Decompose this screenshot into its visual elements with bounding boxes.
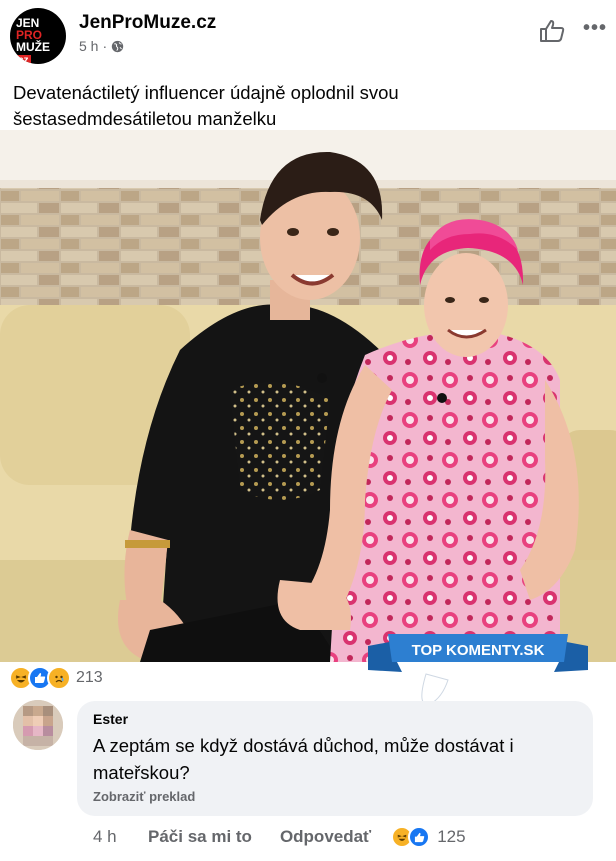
post-time[interactable]: 5 h xyxy=(79,38,98,54)
post-photo[interactable] xyxy=(0,130,616,662)
post-meta: 5 h · xyxy=(79,38,124,54)
like-icon xyxy=(408,826,431,848)
page-name[interactable]: JenProMuze.cz xyxy=(79,12,216,34)
reaction-summary[interactable]: 213 xyxy=(9,666,103,690)
page-avatar[interactable]: JEN PRO MUŽE cz xyxy=(10,8,66,64)
like-page-icon[interactable] xyxy=(539,19,565,43)
post-header: JEN PRO MUŽE cz JenProMuze.cz 5 h · ••• xyxy=(0,0,616,72)
comment-author[interactable]: Ester xyxy=(93,711,128,727)
comment-reactions[interactable]: 125 xyxy=(391,826,466,848)
meta-separator: · xyxy=(102,38,108,54)
top-komenty-badge: TOP KOMENTY.SK xyxy=(368,634,588,705)
commenter-avatar[interactable] xyxy=(13,700,63,750)
comment-text: A zeptám se když dostává důchod, může do… xyxy=(93,735,514,783)
more-options-icon[interactable]: ••• xyxy=(583,17,607,40)
sad-icon xyxy=(47,666,71,690)
translate-link[interactable]: Zobraziť preklad xyxy=(93,789,195,804)
reaction-count: 213 xyxy=(76,669,103,686)
comment-reply-button[interactable]: Odpovedať xyxy=(280,827,371,847)
photo-illustration xyxy=(0,130,616,662)
comment-actions: 4 h Páči sa mi to Odpovedať 125 xyxy=(93,826,466,848)
badge-text: TOP KOMENTY.SK xyxy=(412,642,545,659)
post-text: Devatenáctiletý influencer údajně oplodn… xyxy=(13,82,399,129)
comment-reaction-count: 125 xyxy=(437,827,466,846)
comment-bubble: Ester A zeptám se když dostává důchod, m… xyxy=(77,701,593,816)
comment-like-button[interactable]: Páči sa mi to xyxy=(148,827,252,847)
page-logo: JEN PRO MUŽE cz xyxy=(16,17,50,64)
comment-time[interactable]: 4 h xyxy=(93,827,148,847)
globe-icon xyxy=(111,40,124,52)
